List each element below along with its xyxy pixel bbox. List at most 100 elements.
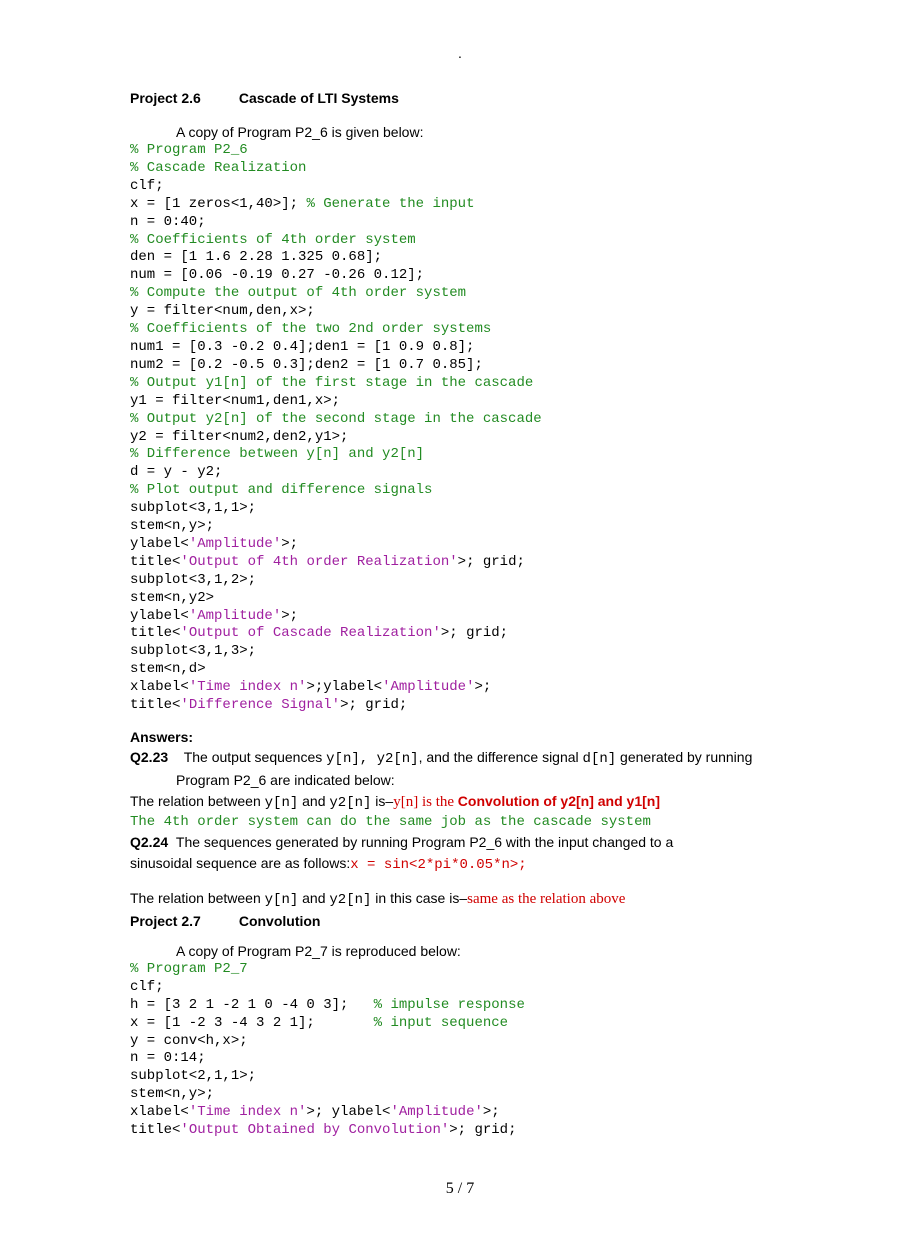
red-annotation: same as the relation above bbox=[467, 891, 625, 907]
q-text: , and the difference signal bbox=[419, 749, 583, 765]
code-line: >; ylabel< bbox=[306, 1104, 390, 1120]
code-line: 'Output of 4th order Realization' bbox=[180, 554, 457, 570]
q-number: Q2.23 bbox=[130, 749, 168, 765]
code-line: clf; bbox=[130, 178, 164, 194]
q-text: generated by running bbox=[616, 749, 752, 765]
code-line: >; bbox=[474, 679, 491, 695]
code-line: 'Amplitude' bbox=[382, 679, 474, 695]
rel-text: and bbox=[298, 793, 329, 809]
code-line: % impulse response bbox=[374, 997, 525, 1013]
code-line: stem<n,d> bbox=[130, 661, 206, 677]
intro-text: A copy of Program P2_6 is given below: bbox=[176, 124, 790, 140]
q2-23-line: Q2.23 The output sequences y[n], y2[n], … bbox=[130, 747, 790, 770]
code-line: y2 = filter<num2,den2,y1>; bbox=[130, 429, 348, 445]
code-line: 'Output Obtained by Convolution' bbox=[180, 1122, 449, 1138]
code-line: y = conv<h,x>; bbox=[130, 1033, 248, 1049]
code-line: 'Amplitude' bbox=[189, 608, 281, 624]
code-line: title< bbox=[130, 625, 180, 641]
rel-text: The relation between bbox=[130, 793, 265, 809]
code-line: den = [1 1.6 2.28 1.325 0.68]; bbox=[130, 249, 382, 265]
q-text: The output sequences bbox=[184, 749, 326, 765]
code-line: ylabel< bbox=[130, 536, 189, 552]
code-line: subplot<3,1,1>; bbox=[130, 500, 256, 516]
q-number: Q2.24 bbox=[130, 834, 168, 850]
code-line: % Output y2[n] of the second stage in th… bbox=[130, 411, 542, 427]
rel-text: and bbox=[298, 890, 329, 906]
code-line: % Output y1[n] of the first stage in the… bbox=[130, 375, 533, 391]
inline-code: y2[n] bbox=[329, 892, 371, 908]
code-line: % Plot output and difference signals bbox=[130, 482, 432, 498]
code-line: % Program P2_6 bbox=[130, 142, 248, 158]
inline-code: y2[n] bbox=[377, 751, 419, 767]
code-line: xlabel< bbox=[130, 679, 189, 695]
code-line: >; bbox=[281, 608, 298, 624]
q2-24-line: Q2.24 The sequences generated by running… bbox=[130, 832, 790, 853]
code-line: % Compute the output of 4th order system bbox=[130, 285, 466, 301]
q2-23-line2: Program P2_6 are indicated below: bbox=[176, 770, 790, 791]
inline-code: y[n] bbox=[326, 751, 360, 767]
inline-code: y2[n] bbox=[329, 795, 371, 811]
code-line: num2 = [0.2 -0.5 0.3];den2 = [1 0.7 0.85… bbox=[130, 357, 483, 373]
code-line: num1 = [0.3 -0.2 0.4];den1 = [1 0.9 0.8]… bbox=[130, 339, 474, 355]
code-line: 'Difference Signal' bbox=[180, 697, 340, 713]
code-line: stem<n,y>; bbox=[130, 1086, 214, 1102]
code-line: subplot<2,1,1>; bbox=[130, 1068, 256, 1084]
code-line: % Cascade Realization bbox=[130, 160, 306, 176]
code-line: clf; bbox=[130, 979, 164, 995]
code-block-p2-6: % Program P2_6 % Cascade Realization clf… bbox=[130, 142, 790, 715]
code-line: stem<n,y2> bbox=[130, 590, 214, 606]
rel-text: in this case is– bbox=[371, 890, 467, 906]
project-title: Cascade of LTI Systems bbox=[239, 90, 399, 106]
code-line: num = [0.06 -0.19 0.27 -0.26 0.12]; bbox=[130, 267, 424, 283]
code-line: >; bbox=[281, 536, 298, 552]
code-line: 'Amplitude' bbox=[189, 536, 281, 552]
code-line: subplot<3,1,3>; bbox=[130, 643, 256, 659]
code-line: % Coefficients of the two 2nd order syst… bbox=[130, 321, 491, 337]
code-line: 'Time index n' bbox=[189, 679, 307, 695]
code-block-p2-7: % Program P2_7 clf; h = [3 2 1 -2 1 0 -4… bbox=[130, 961, 790, 1140]
rel-text: is– bbox=[371, 793, 393, 809]
red-annotation: y[n] is the bbox=[393, 794, 458, 810]
code-line: The 4th order system can do the same job… bbox=[130, 814, 651, 830]
code-line: >; grid; bbox=[458, 554, 525, 570]
code-line: >;ylabel< bbox=[306, 679, 382, 695]
inline-code-red: x = sin<2*pi*0.05*n>; bbox=[350, 857, 526, 873]
q2-24-line2: sinusoidal sequence are as follows:x = s… bbox=[130, 853, 790, 876]
code-line: ylabel< bbox=[130, 608, 189, 624]
document-page: . Project 2.6Cascade of LTI Systems A co… bbox=[0, 0, 920, 1248]
inline-code: y[n] bbox=[265, 892, 299, 908]
project-number: Project 2.7 bbox=[130, 913, 201, 929]
code-line: x = [1 -2 3 -4 3 2 1]; bbox=[130, 1015, 374, 1031]
inline-code: d[n] bbox=[583, 751, 617, 767]
code-line: >; grid; bbox=[449, 1122, 516, 1138]
code-line: % Program P2_7 bbox=[130, 961, 248, 977]
code-line: >; bbox=[483, 1104, 500, 1120]
code-line: title< bbox=[130, 554, 180, 570]
code-line: stem<n,y>; bbox=[130, 518, 214, 534]
code-line: >; grid; bbox=[441, 625, 508, 641]
order4-note: The 4th order system can do the same job… bbox=[130, 814, 790, 832]
q-text: , bbox=[360, 751, 377, 767]
relation-line-2: The relation between y[n] and y2[n] in t… bbox=[130, 888, 790, 911]
code-line: n = 0:40; bbox=[130, 214, 206, 230]
red-annotation-bold: Convolution of y2[n] and y1[n] bbox=[458, 793, 660, 809]
code-line: d = y - y2; bbox=[130, 464, 222, 480]
q-text: sinusoidal sequence are as follows: bbox=[130, 855, 350, 871]
intro-text-2: A copy of Program P2_7 is reproduced bel… bbox=[176, 943, 790, 959]
code-line: >; grid; bbox=[340, 697, 407, 713]
code-line: subplot<3,1,2>; bbox=[130, 572, 256, 588]
code-line: 'Amplitude' bbox=[390, 1104, 482, 1120]
q-text: The sequences generated by running Progr… bbox=[176, 834, 673, 850]
code-line: n = 0:14; bbox=[130, 1050, 206, 1066]
code-line: h = [3 2 1 -2 1 0 -4 0 3]; bbox=[130, 997, 374, 1013]
code-line: title< bbox=[130, 1122, 180, 1138]
top-separator: . bbox=[0, 45, 920, 61]
code-line: y = filter<num,den,x>; bbox=[130, 303, 315, 319]
relation-line: The relation between y[n] and y2[n] is–y… bbox=[130, 791, 790, 814]
code-line: 'Time index n' bbox=[189, 1104, 307, 1120]
rel-text: The relation between bbox=[130, 890, 265, 906]
page-number: 5 / 7 bbox=[130, 1180, 790, 1198]
project-2-7-heading: Project 2.7Convolution bbox=[130, 913, 790, 929]
code-line: title< bbox=[130, 697, 180, 713]
code-line: y1 = filter<num1,den1,x>; bbox=[130, 393, 340, 409]
